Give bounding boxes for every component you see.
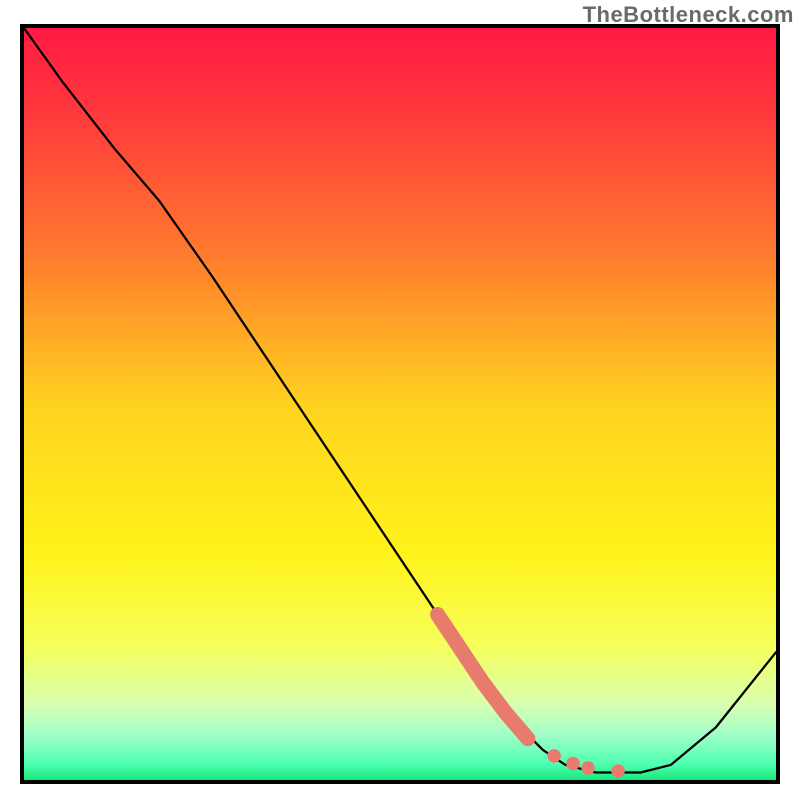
chart-svg — [24, 28, 776, 780]
chart-dot — [547, 749, 561, 763]
chart-dot — [611, 764, 625, 778]
chart-dot — [566, 757, 580, 771]
page-root: TheBottleneck.com — [0, 0, 800, 800]
chart-frame — [20, 24, 780, 784]
chart-background-gradient — [24, 28, 776, 780]
chart-dot — [581, 761, 595, 775]
